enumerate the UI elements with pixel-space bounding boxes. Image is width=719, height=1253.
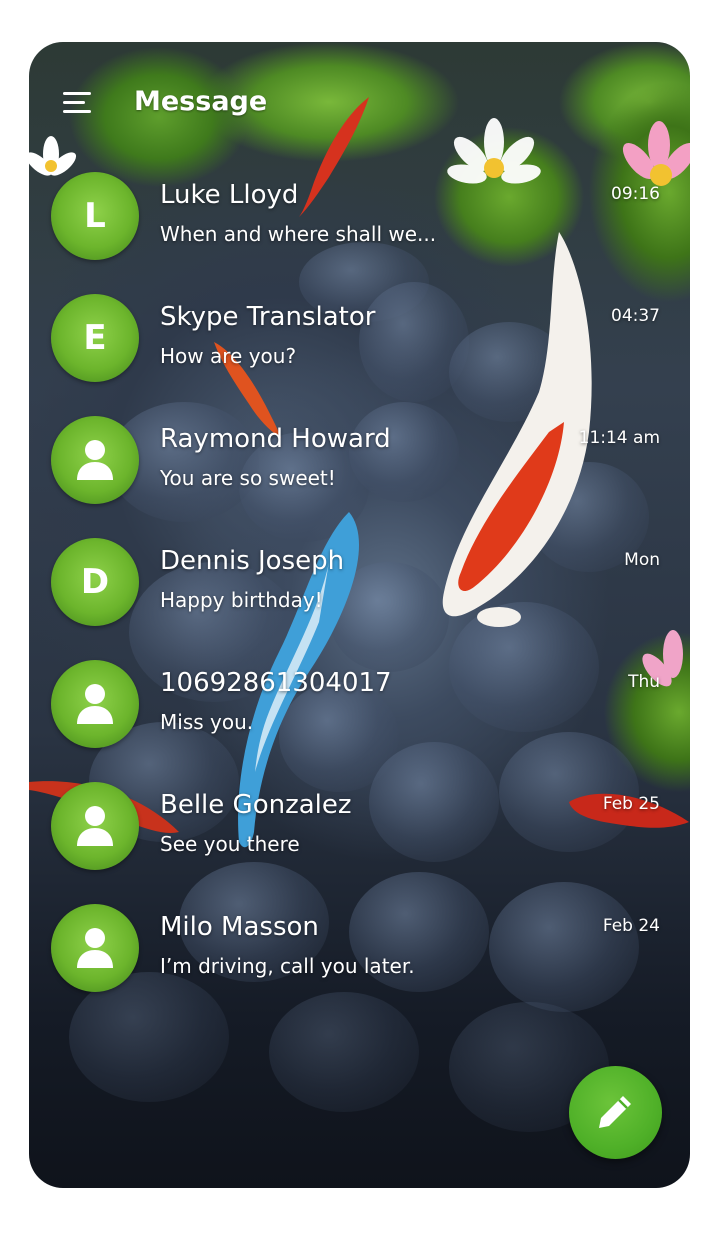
avatar <box>51 782 139 870</box>
message-time: Feb 25 <box>602 794 660 814</box>
message-preview: Happy birthday! <box>160 588 323 612</box>
menu-icon[interactable] <box>63 90 95 116</box>
avatar-letter: L <box>84 196 106 236</box>
avatar-letter: E <box>83 318 107 358</box>
message-preview: I’m driving, call you later. <box>160 954 415 978</box>
message-preview: When and where shall we... <box>160 222 437 246</box>
app-header: Message <box>29 42 690 162</box>
message-preview: See you there <box>160 832 300 856</box>
message-time: Thu <box>628 672 660 692</box>
conversation-item[interactable]: Raymond Howard You are so sweet! 11:14 a… <box>29 416 690 526</box>
contact-name: Skype Translator <box>160 302 376 332</box>
page-title: Message <box>134 86 268 117</box>
message-time: Feb 24 <box>602 916 660 936</box>
contact-name: Milo Masson <box>160 912 319 942</box>
contact-name: Belle Gonzalez <box>160 790 352 820</box>
message-time: 04:37 <box>611 306 660 326</box>
conversation-item[interactable]: L Luke Lloyd When and where shall we... … <box>29 172 690 282</box>
message-time: 11:14 am <box>578 428 660 448</box>
avatar: L <box>51 172 139 260</box>
person-icon <box>77 440 113 480</box>
pencil-icon <box>599 1096 631 1128</box>
contact-name: Raymond Howard <box>160 424 391 454</box>
compose-button[interactable] <box>569 1066 662 1159</box>
contact-name: 10692861304017 <box>160 668 392 698</box>
message-preview: Miss you. <box>160 710 254 734</box>
conversation-item[interactable]: Belle Gonzalez See you there Feb 25 <box>29 782 690 892</box>
avatar <box>51 416 139 504</box>
contact-name: Luke Lloyd <box>160 180 299 210</box>
message-time: Mon <box>624 550 660 570</box>
conversation-item[interactable]: Milo Masson I’m driving, call you later.… <box>29 904 690 1014</box>
avatar-letter: D <box>80 562 110 602</box>
message-time: 09:16 <box>611 184 660 204</box>
avatar: E <box>51 294 139 382</box>
message-preview: How are you? <box>160 344 297 368</box>
conversation-item[interactable]: D Dennis Joseph Happy birthday! Mon <box>29 538 690 648</box>
contact-name: Dennis Joseph <box>160 546 345 576</box>
conversation-item[interactable]: 10692861304017 Miss you. Thu <box>29 660 690 770</box>
avatar <box>51 904 139 992</box>
conversation-item[interactable]: E Skype Translator How are you? 04:37 <box>29 294 690 404</box>
avatar <box>51 660 139 748</box>
person-icon <box>77 806 113 846</box>
person-icon <box>77 928 113 968</box>
message-preview: You are so sweet! <box>160 466 336 490</box>
person-icon <box>77 684 113 724</box>
phone-screen: Message L Luke Lloyd When and where shal… <box>29 42 690 1188</box>
avatar: D <box>51 538 139 626</box>
